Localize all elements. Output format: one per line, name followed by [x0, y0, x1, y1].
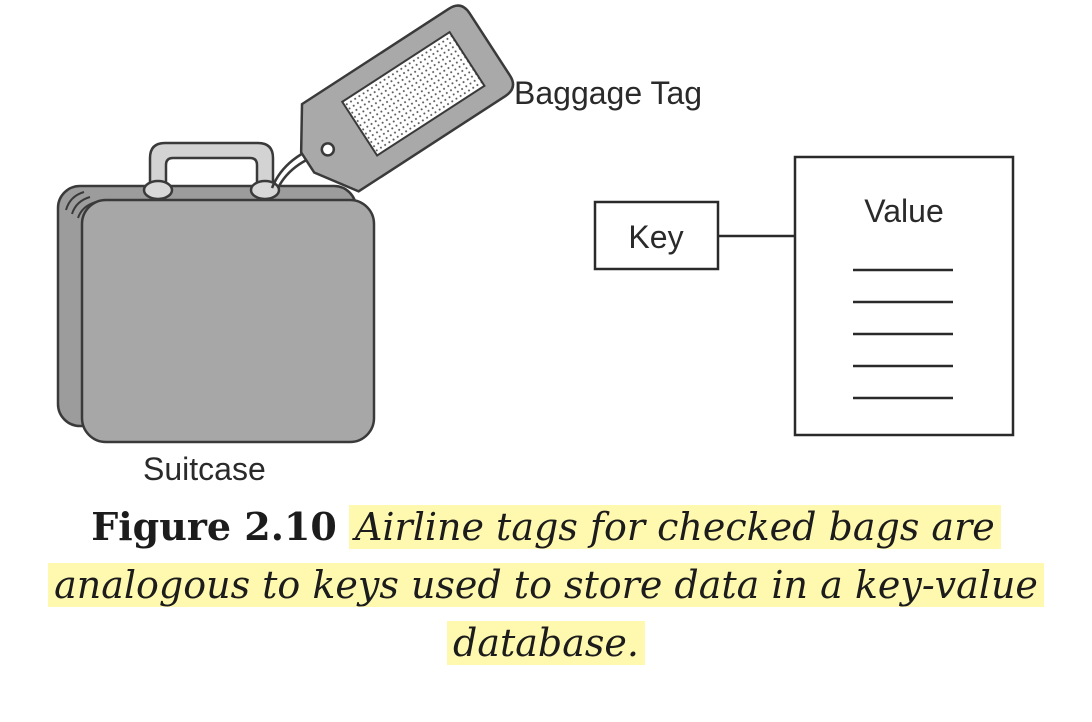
- value-label: Value: [864, 193, 943, 229]
- figure-caption: Figure 2.10 Airline tags for checked bag…: [0, 498, 1092, 672]
- caption-text-3: database.: [447, 621, 645, 665]
- suitcase-illustration: [56, 141, 376, 444]
- caption-text-1: Airline tags for checked bags are: [348, 505, 1001, 549]
- caption-text-2: analogous to keys used to store data in …: [48, 563, 1044, 607]
- caption-line-1: Figure 2.10 Airline tags for checked bag…: [0, 498, 1092, 556]
- suitcase-label: Suitcase: [143, 451, 266, 487]
- suitcase-handle-mount-left: [142, 179, 174, 201]
- baggage-tag: [299, 4, 515, 193]
- suitcase-front: [80, 198, 376, 444]
- caption-line-2: analogous to keys used to store data in …: [0, 556, 1092, 614]
- key-label: Key: [628, 219, 683, 255]
- baggage-tag-label: Baggage Tag: [514, 75, 702, 111]
- caption-line-3: database.: [0, 614, 1092, 672]
- figure-number: Figure 2.10: [91, 504, 337, 549]
- key-value-diagram: Baggage Tag Suitcase Key Value: [56, 4, 1015, 487]
